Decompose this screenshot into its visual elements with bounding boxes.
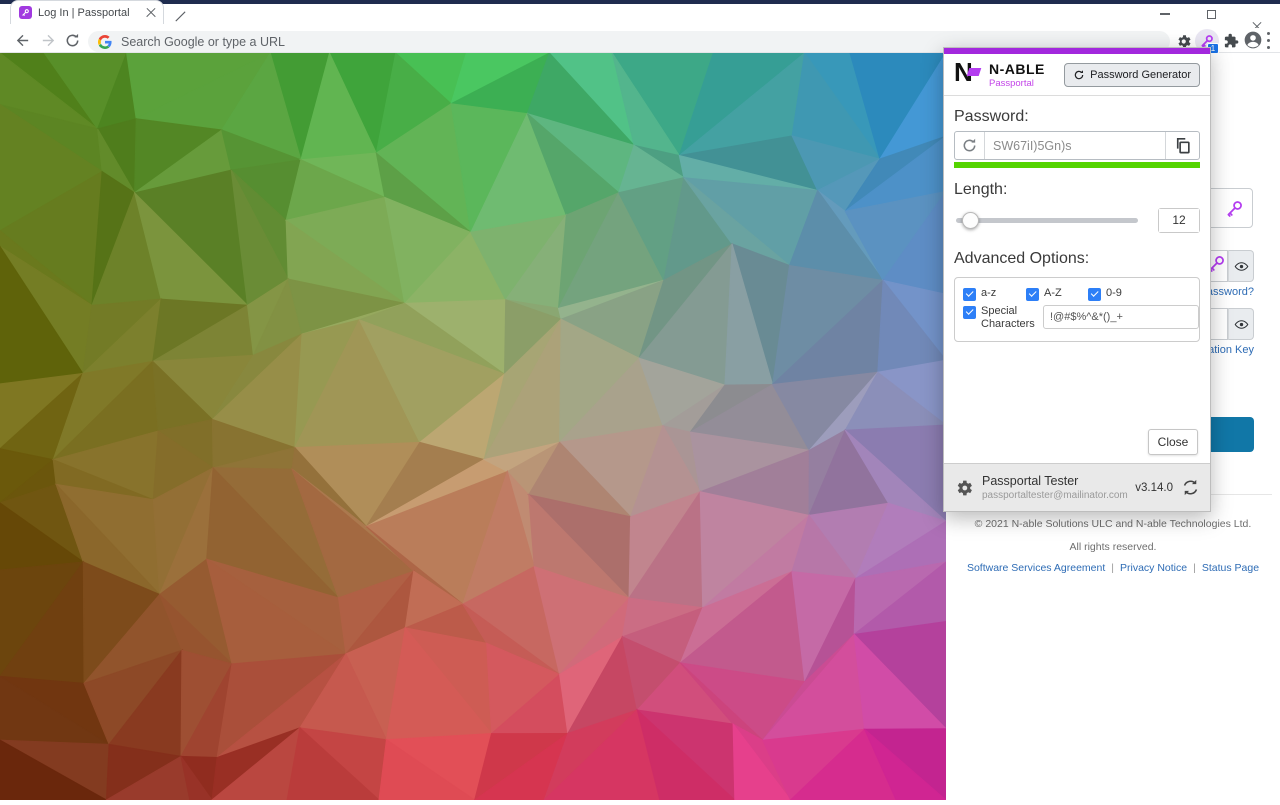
password-input-group — [954, 131, 1200, 160]
close-button[interactable]: Close — [1148, 429, 1198, 455]
address-bar-placeholder: Search Google or type a URL — [121, 35, 285, 49]
checkbox-checked[interactable] — [1026, 288, 1039, 301]
refresh-icon — [961, 137, 978, 154]
brand-text: N-ABLE Passportal — [989, 61, 1064, 89]
refresh-icon — [1073, 69, 1085, 81]
option-digits-label: 0-9 — [1106, 287, 1122, 300]
password-label: Password: — [954, 108, 1200, 126]
show-org-key-toggle[interactable] — [1228, 308, 1254, 340]
option-special-characters[interactable]: SpecialCharacters — [963, 305, 1038, 331]
window-restore-button[interactable] — [1196, 6, 1226, 22]
profile-avatar[interactable] — [1243, 30, 1263, 50]
gear-icon[interactable] — [954, 478, 974, 498]
length-slider-row — [954, 207, 1200, 233]
copyright-text: © 2021 N-able Solutions ULC and N-able T… — [946, 518, 1280, 530]
copy-password-button[interactable] — [1165, 132, 1199, 159]
regenerate-password-button[interactable] — [955, 132, 985, 159]
separator: | — [1111, 562, 1114, 574]
account-email: passportaltester@mailinator.com — [982, 490, 1135, 501]
lowpoly-background-image — [0, 53, 946, 800]
length-label: Length: — [954, 181, 1200, 199]
length-value-box — [1158, 208, 1200, 233]
length-slider[interactable] — [954, 207, 1140, 233]
separator: | — [1193, 562, 1196, 574]
option-special-label: SpecialCharacters — [981, 305, 1038, 331]
popup-header: N N-ABLE Passportal Password Generator — [944, 54, 1210, 96]
option-lowercase-label: a-z — [981, 287, 996, 300]
option-lowercase[interactable]: a-z — [963, 287, 1026, 301]
tab-favicon-key-icon — [19, 6, 32, 19]
extensions-puzzle-icon[interactable] — [1221, 31, 1241, 51]
reload-icon[interactable] — [64, 32, 81, 49]
window-minimize-button[interactable] — [1150, 6, 1180, 22]
back-icon[interactable] — [14, 32, 31, 49]
brand-product: Passportal — [989, 78, 1064, 89]
option-uppercase-label: A-Z — [1044, 287, 1062, 300]
special-characters-input[interactable] — [1043, 305, 1199, 329]
password-strength-bar — [954, 162, 1200, 168]
account-info: Passportal Tester passportaltester@maili… — [982, 474, 1135, 501]
passportal-popup: N N-ABLE Passportal Password Generator P… — [943, 47, 1211, 512]
browser-menu-icon[interactable] — [1266, 32, 1270, 49]
slider-thumb[interactable] — [962, 212, 979, 229]
new-tab-button[interactable] — [174, 10, 187, 23]
forward-icon[interactable] — [40, 32, 57, 49]
brand-name: N-ABLE — [989, 61, 1064, 77]
status-page-link[interactable]: Status Page — [1202, 562, 1259, 574]
password-generator-label: Password Generator — [1090, 69, 1191, 81]
eye-icon — [1234, 317, 1249, 332]
length-value-input[interactable] — [1159, 209, 1199, 232]
slider-track[interactable] — [956, 218, 1138, 223]
checkbox-checked[interactable] — [963, 306, 976, 319]
copy-icon — [1173, 136, 1192, 155]
software-services-agreement-link[interactable]: Software Services Agreement — [967, 562, 1105, 574]
google-logo-icon — [98, 35, 112, 49]
option-uppercase[interactable]: A-Z — [1026, 287, 1088, 301]
footer-links: Software Services Agreement | Privacy Noti… — [946, 562, 1280, 574]
tab-close-icon[interactable] — [145, 7, 157, 19]
privacy-notice-link[interactable]: Privacy Notice — [1120, 562, 1187, 574]
password-generator-button[interactable]: Password Generator — [1064, 63, 1200, 87]
checkbox-checked[interactable] — [1088, 288, 1101, 301]
show-password-toggle[interactable] — [1228, 250, 1254, 282]
eye-icon — [1234, 259, 1249, 274]
tab-title: Log In | Passportal — [38, 7, 145, 19]
generated-password-input[interactable] — [985, 132, 1165, 159]
popup-footer: Passportal Tester passportaltester@maili… — [944, 463, 1210, 511]
sync-icon[interactable] — [1181, 478, 1200, 497]
advanced-options-box: a-z A-Z 0-9 SpecialCharacters — [954, 277, 1200, 342]
version-text: v3.14.0 — [1135, 482, 1173, 494]
advanced-options-label: Advanced Options: — [954, 250, 1200, 268]
nable-logo: N — [954, 61, 981, 88]
checkbox-checked[interactable] — [963, 288, 976, 301]
option-digits[interactable]: 0-9 — [1088, 287, 1122, 301]
tab-strip — [0, 4, 1280, 28]
browser-tab[interactable]: Log In | Passportal — [10, 0, 164, 24]
page-footer: © 2021 N-able Solutions ULC and N-able T… — [946, 512, 1280, 574]
account-name: Passportal Tester — [982, 474, 1135, 488]
rights-text: All rights reserved. — [946, 541, 1280, 553]
key-icon — [1224, 198, 1245, 219]
